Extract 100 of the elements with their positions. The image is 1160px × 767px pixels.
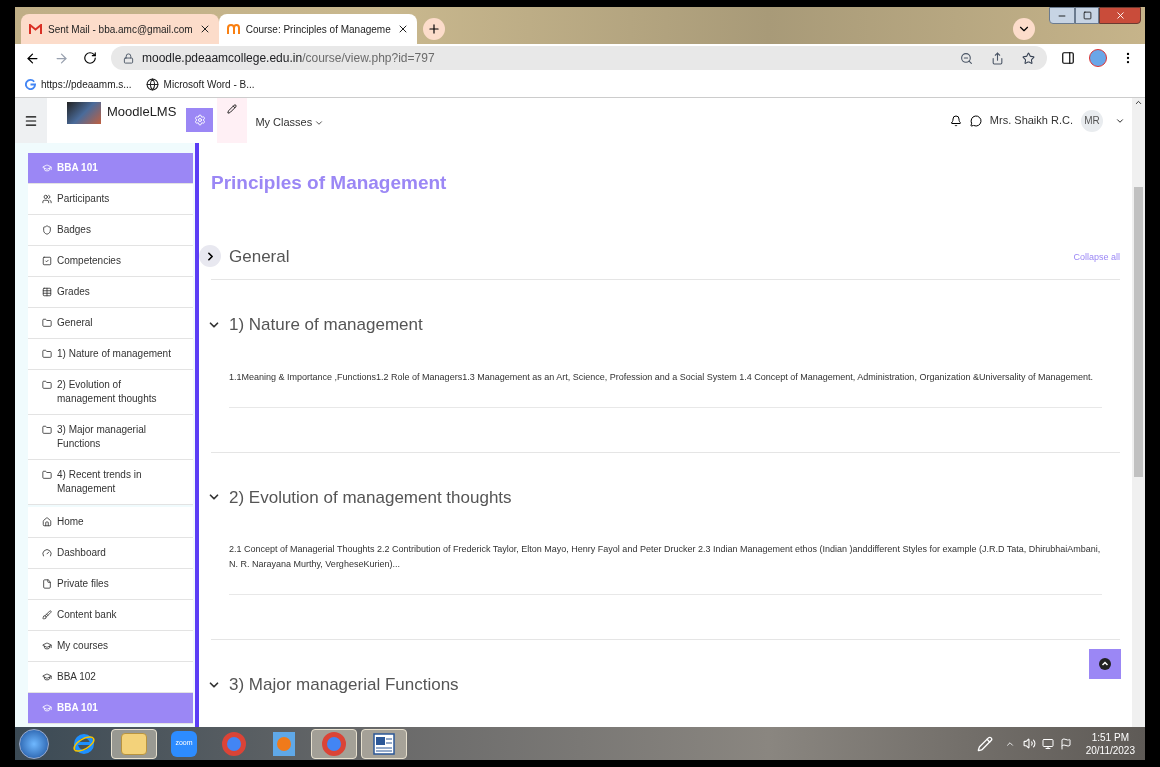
forward-icon[interactable]: [54, 50, 69, 66]
notification-bell-icon[interactable]: [949, 114, 962, 127]
sidebar-item[interactable]: Competencies: [28, 246, 193, 277]
bookmark-star-icon[interactable]: [1022, 51, 1035, 65]
plus-icon: [426, 22, 441, 36]
chrome-icon: [222, 731, 246, 756]
file-icon: [42, 579, 52, 589]
moodle-icon: [226, 24, 240, 34]
user-avatar[interactable]: MR: [1081, 109, 1103, 132]
document-icon: [372, 731, 396, 756]
back-to-top-button[interactable]: [1089, 649, 1121, 679]
sidebar-item[interactable]: Participants: [28, 184, 193, 215]
profile-avatar-icon[interactable]: [1089, 49, 1107, 67]
flag-icon[interactable]: [1059, 737, 1072, 750]
table-icon: [42, 287, 52, 297]
gear-icon: [193, 114, 206, 126]
sidebar-item[interactable]: General: [28, 308, 193, 339]
folder-icon: [42, 318, 52, 328]
browser-globe-icon: [72, 731, 96, 756]
tab-search-button[interactable]: [1013, 18, 1035, 40]
folder-icon: [42, 425, 52, 435]
back-icon[interactable]: [25, 50, 40, 66]
address-bar[interactable]: moodle.pdeaamcollege.edu.in/course/view.php?id=797: [111, 46, 1047, 70]
scrollbar-thumb[interactable]: [1134, 187, 1143, 477]
brush-icon: [42, 610, 52, 620]
bookmark-link[interactable]: Microsoft Word - B...: [145, 77, 255, 92]
folder-icon: [42, 380, 52, 390]
zoom-out-icon[interactable]: [960, 51, 973, 65]
graduation-cap-icon: [42, 672, 52, 682]
lock-icon: [123, 52, 134, 64]
sidebar-item[interactable]: Badges: [28, 215, 193, 246]
maximize-button[interactable]: [1075, 7, 1099, 24]
nav-drawer-toggle[interactable]: [15, 98, 47, 143]
sidebar-item[interactable]: 4) Recent trends in Management: [28, 460, 193, 505]
clock[interactable]: 1:51 PM 20/11/2023: [1085, 730, 1135, 757]
section-title[interactable]: 2) Evolution of management thoughts: [229, 484, 512, 510]
tab-title: Sent Mail - bba.amc@gmail.com: [48, 22, 193, 37]
close-icon: [1114, 10, 1126, 21]
section-summary: 1.1Meaning & Importance ,Functions1.2 Role of Managers1.3 Management as an Art, Science, Profession and a Social System 1.4 Concept of Management, Administration, Organization &Universality of Management.: [229, 369, 1102, 408]
media-player-icon: [273, 731, 295, 756]
sidebar-item[interactable]: My courses: [28, 631, 193, 662]
site-logo-image: [67, 102, 101, 124]
minimize-button[interactable]: [1049, 7, 1075, 24]
taskbar-app[interactable]: [111, 728, 157, 759]
globe-icon: [145, 78, 159, 91]
taskbar-app[interactable]: [311, 728, 357, 759]
gauge-icon: [42, 548, 52, 558]
maximize-icon: [1082, 11, 1092, 20]
clock-time: 1:51 PM: [1091, 730, 1129, 744]
volume-icon[interactable]: [1022, 737, 1036, 750]
bookmark-link[interactable]: https://pdeaamm.s...: [25, 77, 132, 92]
home-icon: [42, 517, 52, 527]
start-button[interactable]: [19, 728, 49, 759]
sidebar-item[interactable]: Home: [28, 507, 193, 538]
network-icon[interactable]: [1041, 737, 1054, 750]
share-icon[interactable]: [991, 51, 1004, 65]
tab-title: Course: Principles of Manageme: [245, 22, 391, 37]
graduation-cap-icon: [42, 163, 52, 173]
sidebar-item[interactable]: 2) Evolution of management thoughts: [28, 370, 193, 415]
clock-date: 20/11/2023: [1085, 743, 1135, 757]
chevron-up-circle-icon: [1099, 658, 1111, 670]
new-tab-button[interactable]: [422, 18, 445, 40]
reload-icon[interactable]: [83, 51, 97, 65]
folder-icon: [42, 349, 52, 359]
google-icon: [25, 79, 36, 90]
message-icon[interactable]: [969, 114, 982, 127]
side-panel-icon[interactable]: [1061, 51, 1075, 65]
url-text: moodle.pdeaamcollege.edu.in/course/view.php?id=797: [142, 50, 435, 67]
sidebar-item[interactable]: Private files: [28, 569, 193, 600]
sidebar-item[interactable]: Dashboard: [28, 538, 193, 569]
user-name[interactable]: Mrs. Shaikh R.C.: [989, 112, 1073, 129]
menu-icon: [24, 113, 38, 128]
settings-button[interactable]: [186, 108, 214, 132]
sidebar-item[interactable]: 1) Nature of management: [28, 339, 193, 370]
section-title[interactable]: 3) Major managerial Functions: [229, 672, 459, 698]
browser-tab[interactable]: Course: Principles of Manageme: [218, 14, 417, 44]
sidebar-item[interactable]: Grades: [28, 277, 193, 308]
sidebar-item[interactable]: Content bank: [28, 600, 193, 631]
chrome-icon: [322, 731, 346, 756]
sidebar-item[interactable]: 3) Major managerial Functions: [28, 415, 193, 460]
browser-tab[interactable]: Sent Mail - bba.amc@gmail.com: [21, 14, 219, 44]
section-title[interactable]: 1) Nature of management: [229, 312, 423, 338]
pen-tray-icon[interactable]: [976, 735, 993, 752]
folder-icon: [121, 732, 147, 755]
folder-icon: [42, 470, 52, 480]
my-classes-menu[interactable]: My Classes: [255, 102, 325, 143]
users-icon: [42, 194, 52, 204]
expand-section-button[interactable]: [199, 245, 221, 268]
section-title[interactable]: General: [229, 243, 290, 269]
close-window-button[interactable]: [1099, 7, 1141, 24]
mail-icon: [29, 24, 42, 34]
taskbar-app[interactable]: [361, 728, 407, 759]
checkbox-icon: [42, 256, 52, 266]
shield-icon: [42, 225, 52, 235]
pencil-icon: [227, 104, 238, 114]
scroll-up-icon[interactable]: [1134, 98, 1143, 107]
sidebar-item[interactable]: BBA 102: [28, 662, 193, 693]
graduation-cap-icon: [42, 641, 52, 651]
section-summary: 2.1 Concept of Managerial Thoughts 2.2 Contribution of Frederick Taylor, Elton Mayo, Henry Fayol and Peter Drucker 2.3 Indian Management ethos (Indian )anddifferent Styles for example (J.R.D Tata, DhirubhaiAmbani, N. R. Narayana Murthy, VergheseKurien)...: [229, 542, 1102, 595]
site-name[interactable]: MoodleLMS: [107, 102, 177, 122]
